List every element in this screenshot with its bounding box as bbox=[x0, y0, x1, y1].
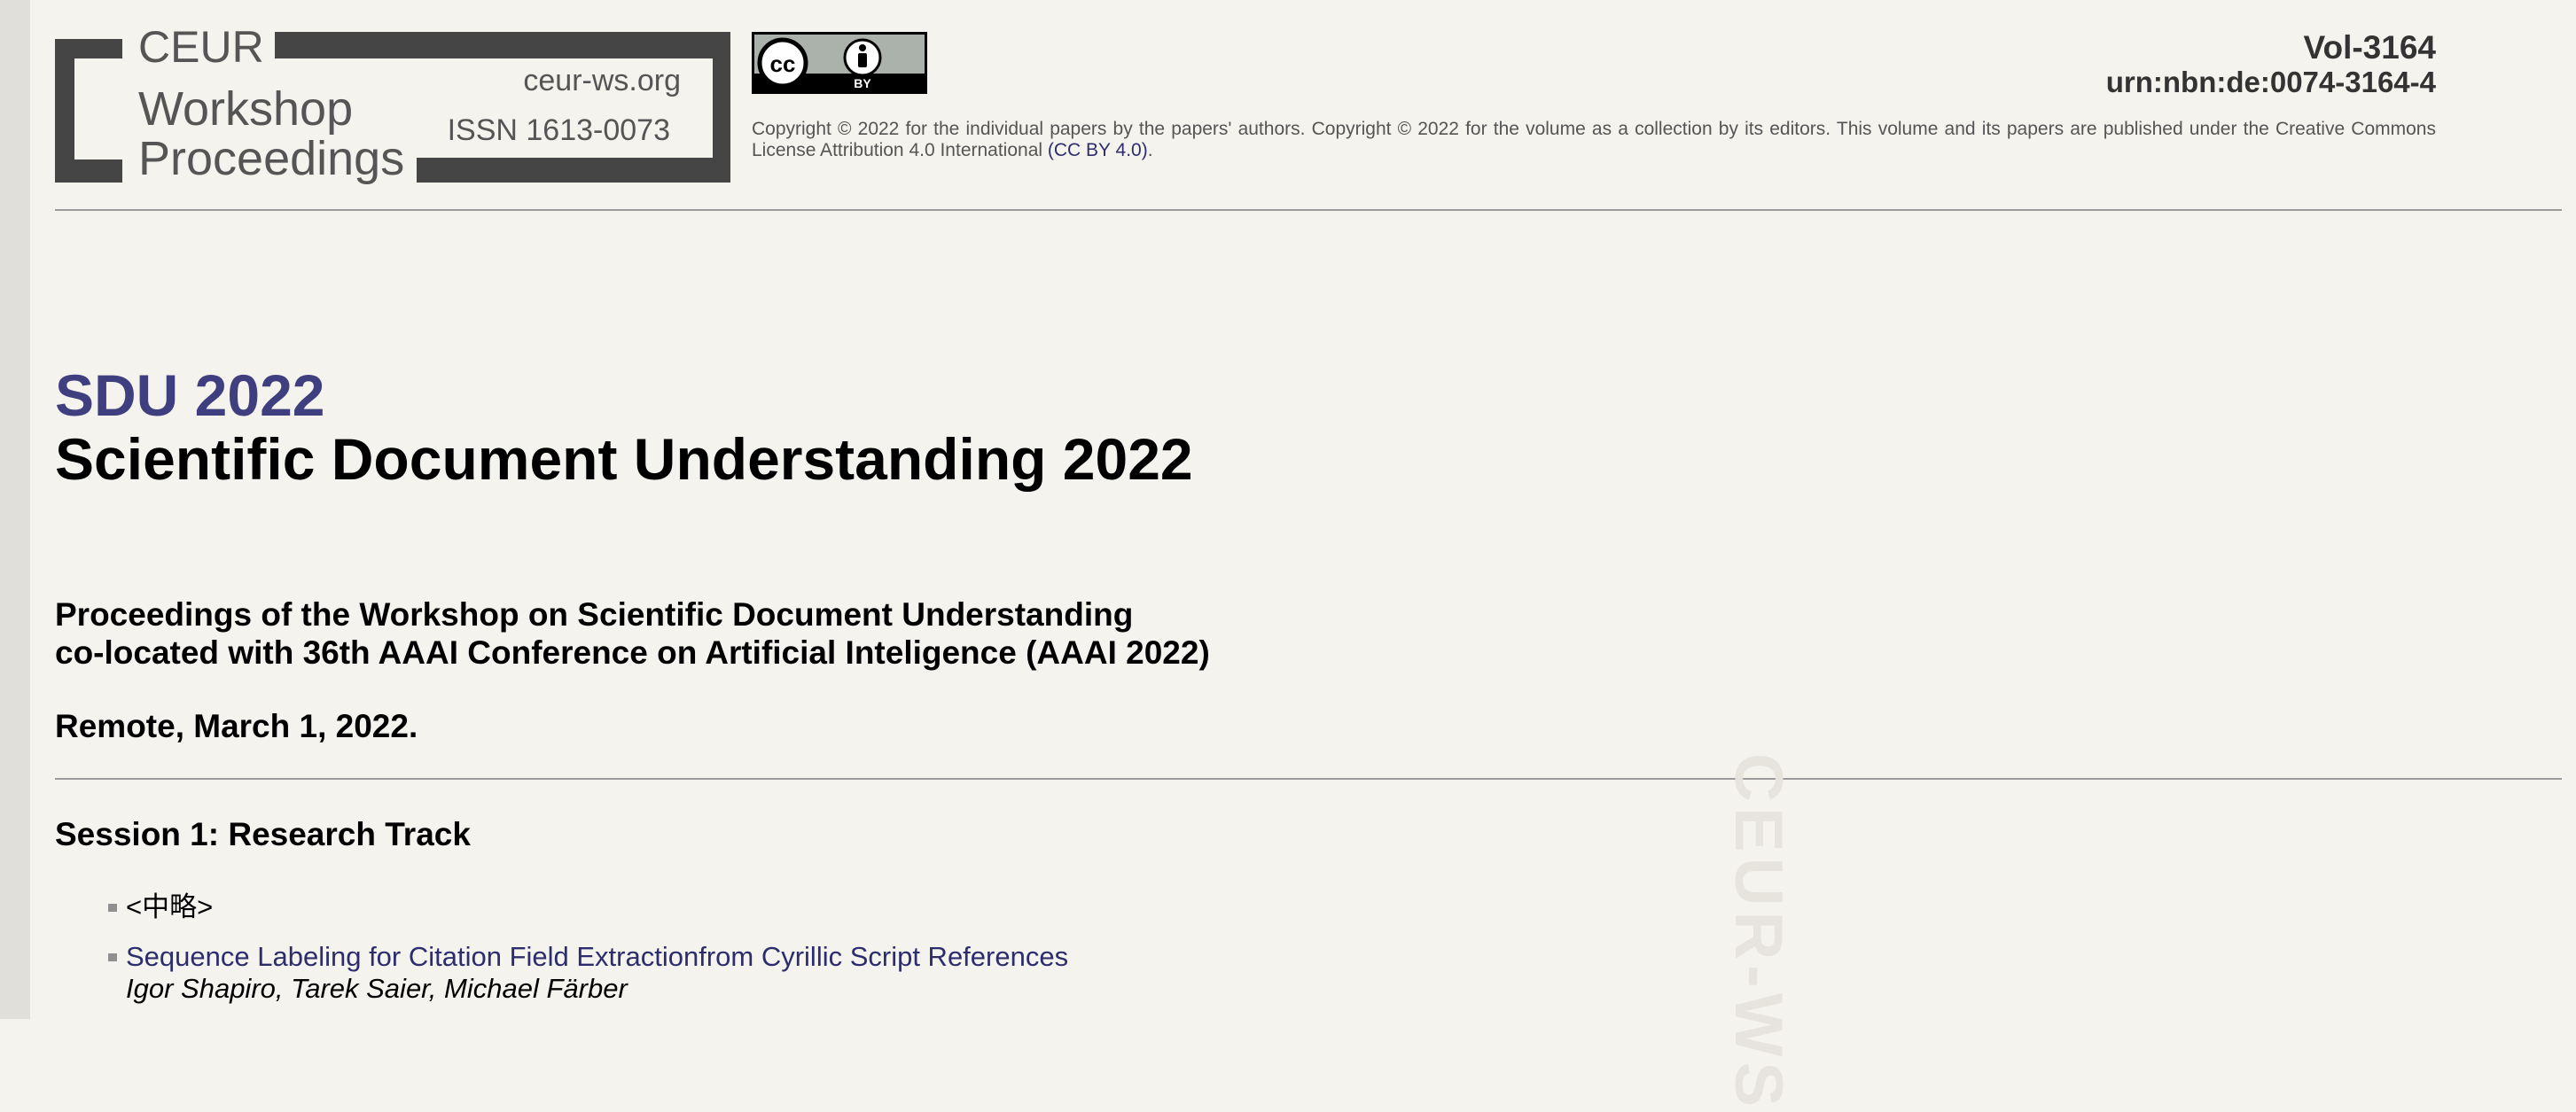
volume-urn: urn:nbn:de:0074-3164-4 bbox=[2105, 66, 2436, 98]
list-item: <中略> bbox=[108, 891, 214, 923]
logo-text-ceur: CEUR bbox=[138, 22, 264, 72]
omitted-marker: <中略> bbox=[126, 891, 214, 922]
bullet-icon bbox=[108, 953, 117, 961]
list-item: Sequence Labeling for Citation Field Ext… bbox=[108, 941, 1068, 1005]
logo-issn: ISSN 1613-0073 bbox=[447, 113, 670, 147]
paper-title-link[interactable]: Sequence Labeling for Citation Field Ext… bbox=[126, 941, 1068, 972]
copyright-notice: Copyright © 2022 for the individual pape… bbox=[752, 119, 2436, 161]
copyright-end: . bbox=[1147, 140, 1153, 160]
workshop-location-date: Remote, March 1, 2022. bbox=[55, 708, 418, 744]
copyright-text: Copyright © 2022 for the individual pape… bbox=[752, 119, 2436, 160]
logo-text-proceedings: Proceedings bbox=[138, 132, 405, 185]
left-margin-bar bbox=[0, 0, 30, 1019]
author-name: Tarek Saier bbox=[291, 973, 429, 1004]
logo-text-workshop: Workshop bbox=[138, 82, 354, 136]
session-heading: Session 1: Research Track bbox=[55, 816, 471, 852]
proceedings-description: Proceedings of the Workshop on Scientifi… bbox=[55, 595, 1210, 672]
proceedings-line-2: co-located with 36th AAAI Conference on … bbox=[55, 634, 1210, 671]
workshop-title: Scientific Document Understanding 2022 bbox=[55, 426, 1193, 492]
cc-by-license-link[interactable]: (CC BY 4.0) bbox=[1048, 140, 1148, 160]
logo-frame-bottom-right bbox=[417, 158, 730, 183]
ceur-logo[interactable]: CEUR Workshop Proceedings ceur-ws.org IS… bbox=[55, 25, 730, 183]
volume-info: Vol-3164 urn:nbn:de:0074-3164-4 bbox=[2106, 30, 2436, 99]
cc-by-license-badge[interactable]: cc BY bbox=[752, 32, 927, 94]
logo-frame-top-right bbox=[275, 32, 730, 58]
bullet-icon bbox=[108, 904, 117, 912]
logo-site-url: ceur-ws.org bbox=[523, 64, 681, 97]
author-name: Michael Färber bbox=[444, 973, 628, 1004]
volume-id: Vol-3164 bbox=[2303, 29, 2436, 66]
author-name: Igor Shapiro bbox=[126, 973, 276, 1004]
logo-frame-top-left-arm bbox=[55, 39, 122, 58]
svg-text:cc: cc bbox=[770, 51, 796, 77]
paper-authors: Igor Shapiro, Tarek Saier, Michael Färbe… bbox=[126, 973, 628, 1004]
proceedings-line-1: Proceedings of the Workshop on Scientifi… bbox=[55, 596, 1134, 633]
section-divider bbox=[55, 778, 2562, 780]
cc-by-icon: cc BY bbox=[754, 37, 925, 91]
logo-frame-bottom-left bbox=[55, 159, 122, 183]
header-divider bbox=[55, 209, 2562, 211]
ceur-watermark: CEUR-WS bbox=[1721, 753, 1796, 1112]
cc-by-label: BY bbox=[854, 76, 871, 90]
workshop-acronym: SDU 2022 bbox=[55, 362, 325, 428]
